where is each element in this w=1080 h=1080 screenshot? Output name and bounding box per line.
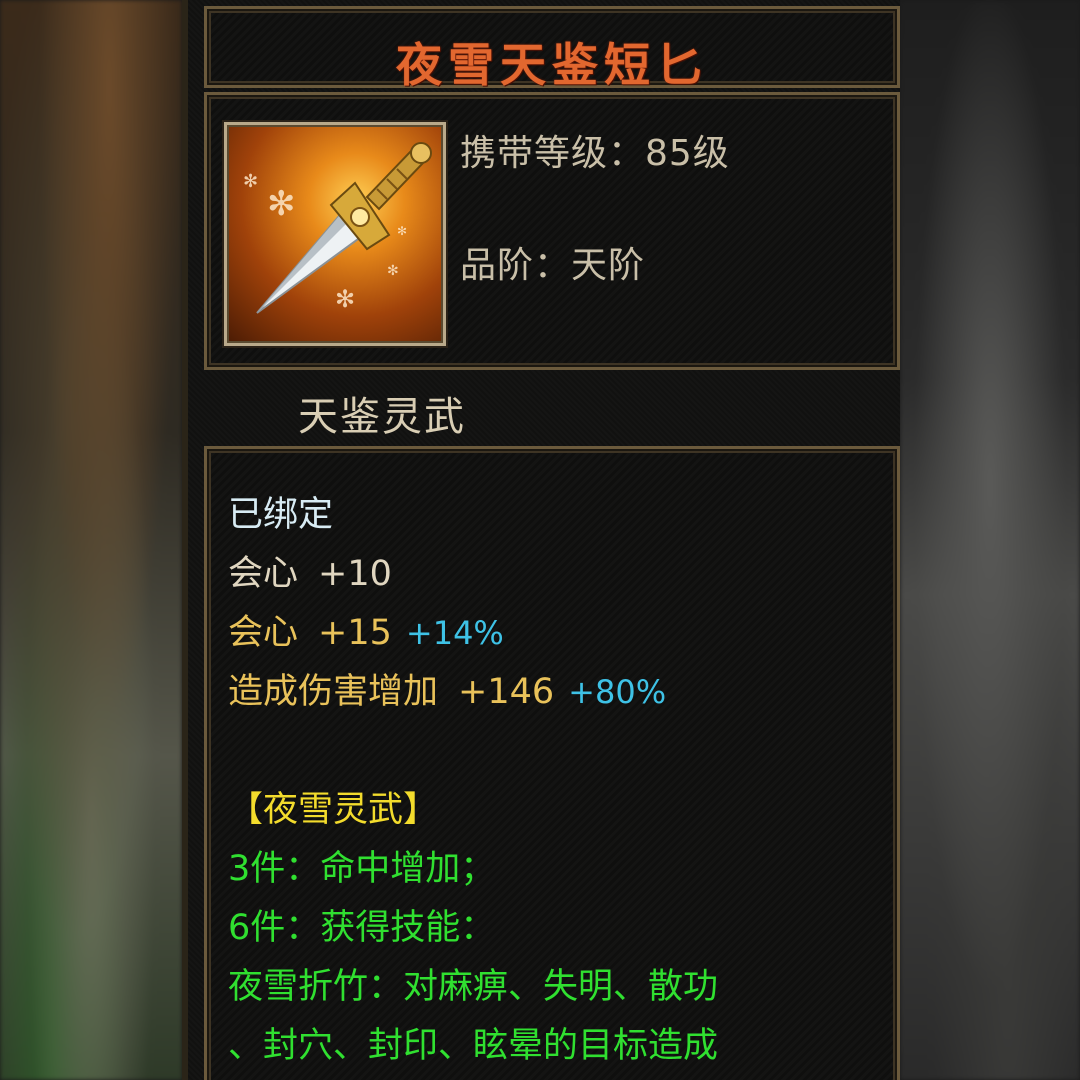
stat-row: 会心 +15 +14% bbox=[228, 604, 880, 663]
blurred-background-right bbox=[900, 0, 1080, 1080]
item-tooltip: 夜雪天鉴短匕 ✻ ✻ ✻ ✻ ✻ 携带等级：85级 品阶：天阶 天鉴灵武 已绑定… bbox=[182, 0, 900, 1080]
stat-row: 会心 +10 bbox=[228, 545, 880, 604]
set-skill-line: 、封穴、封印、眩晕的目标造成 bbox=[228, 1026, 719, 1066]
svg-text:✻: ✻ bbox=[267, 184, 296, 224]
item-series: 天鉴灵武 bbox=[298, 394, 466, 440]
stat-name: 会心 bbox=[228, 613, 299, 653]
stat-name: 造成伤害增加 bbox=[228, 672, 439, 712]
dagger-icon: ✻ ✻ ✻ ✻ ✻ bbox=[243, 142, 432, 314]
set-bonus-line: 6件：获得技能： bbox=[228, 908, 496, 948]
item-icon-slot[interactable]: ✻ ✻ ✻ ✻ ✻ bbox=[224, 122, 446, 346]
bound-status: 已绑定 bbox=[228, 495, 334, 535]
blurred-background-left bbox=[0, 0, 182, 1080]
stat-bonus: +80% bbox=[568, 673, 667, 711]
corner-ornament bbox=[429, 329, 443, 343]
set-title: 【夜雪灵武】 bbox=[228, 790, 439, 830]
attributes-list: 已绑定 会心 +10 会心 +15 +14% 造成伤害增加 +146 +80% 【夜雪灵武… bbox=[228, 486, 880, 1076]
corner-ornament bbox=[227, 329, 241, 343]
svg-text:✻: ✻ bbox=[335, 285, 355, 313]
stat-value: +10 bbox=[318, 554, 392, 594]
title-frame: 夜雪天鉴短匕 bbox=[204, 6, 900, 92]
svg-text:✻: ✻ bbox=[243, 171, 258, 192]
svg-text:✻: ✻ bbox=[397, 224, 407, 238]
set-skill-line: 夜雪折竹：对麻痹、失明、散功 bbox=[228, 967, 719, 1007]
corner-ornament bbox=[429, 125, 443, 139]
stat-row: 造成伤害增加 +146 +80% bbox=[228, 663, 880, 722]
screenshot: 夜雪天鉴短匕 ✻ ✻ ✻ ✻ ✻ 携带等级：85级 品阶：天阶 天鉴灵武 已绑定… bbox=[0, 0, 1080, 1080]
stat-name: 会心 bbox=[228, 554, 299, 594]
corner-ornament bbox=[227, 125, 241, 139]
item-grade: 品阶：天阶 bbox=[460, 245, 646, 286]
svg-text:✻: ✻ bbox=[387, 263, 399, 279]
stat-value: +146 bbox=[458, 672, 555, 712]
set-bonus-line: 3件：命中增加； bbox=[228, 849, 496, 889]
carry-level: 携带等级：85级 bbox=[460, 133, 730, 174]
stat-bonus: +14% bbox=[405, 614, 504, 652]
stat-value: +15 bbox=[318, 613, 392, 653]
item-name: 夜雪天鉴短匕 bbox=[396, 38, 708, 92]
